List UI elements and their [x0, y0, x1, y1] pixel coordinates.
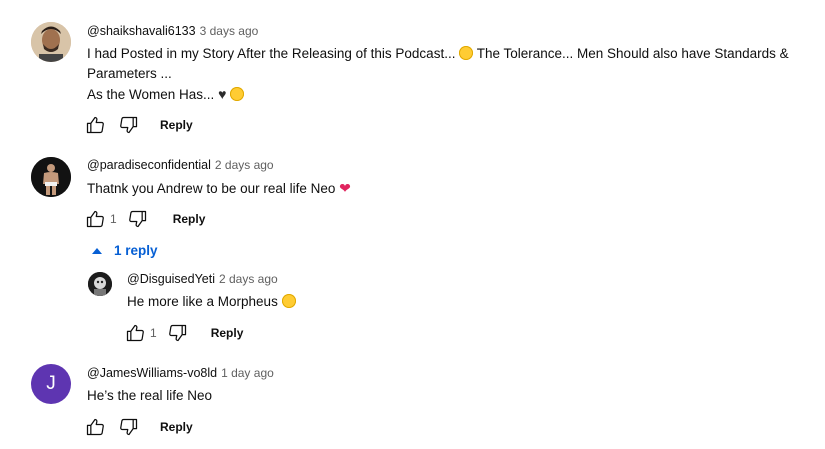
like-button[interactable] — [84, 416, 106, 438]
like-count: 1 — [150, 326, 157, 340]
like-button[interactable] — [84, 114, 106, 136]
reply-button[interactable]: Reply — [173, 212, 206, 226]
comment-author[interactable]: @paradiseconfidential — [87, 158, 211, 172]
like-button[interactable] — [124, 322, 146, 344]
dislike-button[interactable] — [118, 114, 140, 136]
like-button[interactable] — [84, 208, 106, 230]
smiling-halo-emoji-icon — [459, 46, 474, 60]
replies-toggle-button[interactable]: 1 reply — [92, 243, 158, 258]
smiling-emoji-icon — [281, 294, 296, 308]
thumbs-down-icon — [168, 324, 186, 342]
black-heart-emoji-icon: ♥ — [218, 86, 227, 102]
comment-timestamp[interactable]: 1 day ago — [221, 366, 274, 380]
like-count: 1 — [110, 212, 117, 226]
user-photo-icon — [31, 157, 71, 197]
comment-timestamp[interactable]: 2 days ago — [215, 158, 274, 172]
comment-author[interactable]: @shaikshavali6133 — [87, 24, 196, 38]
comment-text: Thatnk you Andrew to be our real life Ne… — [87, 180, 351, 196]
comment-text: He’s the real life Neo — [87, 388, 213, 403]
comment-author[interactable]: @DisguisedYeti — [127, 272, 215, 286]
comment-timestamp[interactable]: 3 days ago — [200, 24, 259, 38]
thumbs-down-icon — [120, 418, 138, 436]
user-photo-icon — [31, 22, 71, 62]
avatar[interactable]: J — [31, 364, 71, 404]
thumbs-up-icon — [86, 418, 104, 436]
reply-button[interactable]: Reply — [211, 326, 244, 340]
comment-author[interactable]: @JamesWilliams-vo8ld — [87, 366, 217, 380]
user-photo-icon — [88, 272, 112, 296]
thumbs-up-icon — [86, 210, 104, 228]
avatar[interactable] — [31, 22, 71, 62]
thumbs-up-icon — [86, 116, 104, 134]
red-heart-emoji-icon: ❤ — [339, 180, 351, 196]
avatar[interactable] — [31, 157, 71, 197]
comment-text: He more like a Morpheus — [127, 292, 296, 312]
avatar-letter: J — [46, 373, 56, 394]
reply-button[interactable]: Reply — [160, 420, 193, 434]
thumbs-up-icon — [126, 324, 144, 342]
dislike-button[interactable] — [118, 416, 140, 438]
dislike-button[interactable] — [127, 208, 149, 230]
avatar[interactable] — [88, 272, 112, 296]
thumbs-down-icon — [128, 210, 146, 228]
comment-text: I had Posted in my Story After the Relea… — [87, 46, 789, 102]
upside-down-face-emoji-icon — [230, 87, 245, 101]
reply-button[interactable]: Reply — [160, 118, 193, 132]
thumbs-down-icon — [120, 116, 138, 134]
dislike-button[interactable] — [167, 322, 189, 344]
caret-up-icon — [92, 247, 102, 254]
comment-timestamp[interactable]: 2 days ago — [219, 272, 278, 286]
